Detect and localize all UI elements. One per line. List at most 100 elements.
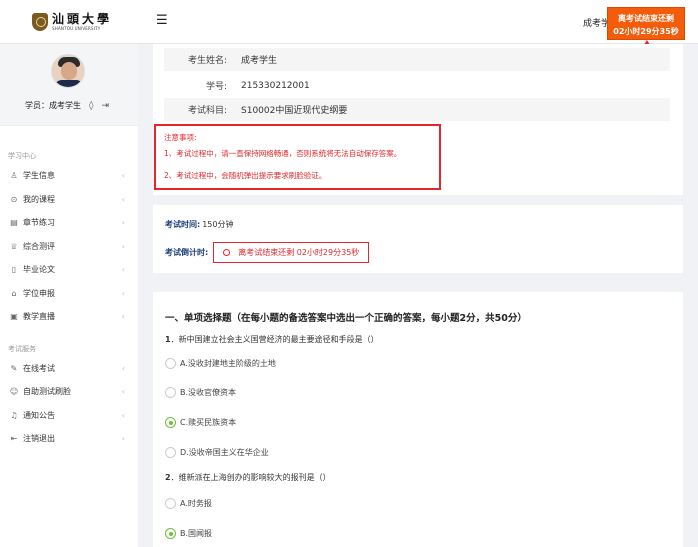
name-value: 成考学生 (241, 56, 278, 66)
notice-line-1: 1、考试过程中，请一直保持网络畅通，否则系统将无法自动保存答案。 (164, 149, 402, 158)
question-1-text: 1．新中国建立社会主义国营经济的最主要途径和手段是（） (165, 335, 379, 344)
id-value: 215330212001 (241, 80, 310, 91)
option-label: A.没收封建地主阶级的土地 (180, 359, 276, 368)
radio-button-selected[interactable] (165, 417, 176, 428)
chevron-left-icon: ‹ (121, 387, 125, 397)
sidebar-item-logout[interactable]: ⇤ 注销退出 ‹ (0, 427, 138, 451)
sidebar-item-thesis[interactable]: ▯ 毕业论文 ‹ (0, 258, 138, 282)
sidebar-item-degree[interactable]: ⌂ 学位申报 ‹ (0, 282, 138, 306)
sidebar-item-assessment[interactable]: ♕ 综合测评 ‹ (0, 235, 138, 259)
document-icon: ▯ (11, 265, 17, 275)
user-icon: ♙ (10, 171, 18, 181)
q2-option-b[interactable]: B.国闻报 (165, 528, 212, 539)
sidebar-item-chapter-practice[interactable]: ▤ 章节练习 ‹ (0, 211, 138, 235)
top-bar: 汕頭大學 SHANTOU UNIVERSITY ☰ 成考学 (0, 0, 698, 44)
bell-icon: ♫ (10, 410, 18, 420)
radio-button[interactable] (165, 358, 176, 369)
question-1-stem: 新中国建立社会主义国营经济的最主要途径和手段是（） (178, 335, 379, 344)
question-2-text: 2．维新派在上海创办的影响较大的报刊是（） (165, 473, 331, 482)
option-label: A.时务报 (180, 499, 212, 508)
live-icon: ▣ (10, 312, 18, 322)
logo-chinese-text: 汕頭大學 (52, 12, 113, 26)
q1-option-b[interactable]: B.没收官僚资本 (165, 387, 236, 398)
radio-button[interactable] (165, 498, 176, 509)
radio-button[interactable] (165, 387, 176, 398)
degree-icon: ⌂ (11, 288, 17, 298)
sidebar-item-label: 通知公告 (23, 410, 55, 420)
droplet-icon[interactable]: ◊ (89, 101, 93, 111)
exam-time-label: 考试时间: (165, 220, 201, 229)
floating-countdown-line1: 离考试结束还剩 (618, 14, 674, 23)
chevron-left-icon: ‹ (121, 363, 125, 373)
q1-option-d[interactable]: D.没收帝国主义在华企业 (165, 447, 269, 458)
chevron-left-icon: ‹ (121, 312, 125, 322)
chevron-left-icon: ‹ (121, 218, 125, 228)
logout-icon[interactable]: ⇥ (101, 101, 109, 111)
sidebar-item-label: 毕业论文 (23, 265, 55, 275)
exam-info-card: 考生姓名: 成考学生 学号: 215330212001 考试科目: S10002… (153, 44, 683, 195)
sidebar-item-face-test[interactable]: ☺ 自助测试刷脸 ‹ (0, 380, 138, 404)
sidebar-item-label: 学生信息 (23, 171, 55, 181)
option-label: D.没收帝国主义在华企业 (180, 448, 269, 457)
emblem-icon (32, 13, 48, 31)
student-label: 学员：成考学生 (25, 101, 81, 110)
sidebar: 学员：成考学生 ◊ ⇥ 学习中心 ♙ 学生信息 ‹ ⊙ 我的课程 ‹ ▤ 章节练… (0, 44, 138, 547)
subject-value: S10002中国近现代史纲要 (241, 106, 348, 116)
chevron-left-icon: ‹ (121, 410, 125, 420)
logo-english-text: SHANTOU UNIVERSITY (52, 26, 101, 31)
notice-box: 注意事项: 1、考试过程中，请一直保持网络畅通，否则系统将无法自动保存答案。 2… (154, 124, 441, 190)
sidebar-item-label: 教学直播 (23, 312, 55, 322)
option-label: B.没收官僚资本 (180, 388, 237, 397)
radio-button-selected[interactable] (165, 528, 176, 539)
q1-option-a[interactable]: A.没收封建地主阶级的土地 (165, 358, 276, 369)
logout-icon: ⇤ (10, 434, 18, 444)
question-2-stem: 维新派在上海创办的影响较大的报刊是（） (178, 473, 331, 482)
exam-icon: ✎ (10, 363, 18, 373)
info-row-name: 考生姓名: 成考学生 (164, 48, 670, 71)
name-label: 考生姓名: (187, 56, 227, 66)
clock-icon (223, 249, 231, 256)
chevron-left-icon: ‹ (121, 288, 125, 298)
question-2-number: 2 (165, 473, 171, 482)
q1-option-c[interactable]: C.赎买民族资本 (165, 417, 236, 428)
chevron-left-icon: ‹ (121, 194, 125, 204)
notice-line-2: 2、考试过程中，会随机弹出提示要求刷脸验证。 (164, 171, 327, 180)
sidebar-item-online-exam[interactable]: ✎ 在线考试 ‹ (0, 357, 138, 381)
sidebar-item-label: 自助测试刷脸 (23, 387, 71, 397)
top-user-name[interactable]: 成考学 (583, 16, 610, 29)
sidebar-item-notices[interactable]: ♫ 通知公告 ‹ (0, 404, 138, 428)
floating-countdown-line2: 02小时29分35秒 (613, 27, 679, 36)
subject-label: 考试科目: (187, 106, 227, 116)
question-1-number: 1 (165, 335, 171, 344)
option-label: C.赎买民族资本 (180, 418, 237, 427)
university-logo[interactable]: 汕頭大學 SHANTOU UNIVERSITY (0, 0, 138, 44)
option-label: B.国闻报 (180, 529, 213, 538)
countdown-button[interactable]: 离考试结束还剩 02小时29分35秒 (213, 242, 370, 263)
info-row-id: 学号: 215330212001 (164, 74, 670, 97)
notice-title: 注意事项: (164, 133, 197, 142)
sidebar-item-my-courses[interactable]: ⊙ 我的课程 ‹ (0, 188, 138, 212)
sidebar-item-student-info[interactable]: ♙ 学生信息 ‹ (0, 164, 138, 188)
floating-countdown-badge: 离考试结束还剩 02小时29分35秒 (607, 7, 685, 40)
info-row-subject: 考试科目: S10002中国近现代史纲要 (164, 98, 670, 121)
user-card: 学员：成考学生 ◊ ⇥ (0, 44, 138, 126)
sidebar-item-label: 注销退出 (23, 434, 55, 444)
chevron-left-icon: ‹ (121, 241, 125, 251)
radio-button[interactable] (165, 447, 176, 458)
study-center-heading: 学习中心 (8, 152, 36, 160)
sidebar-item-label: 章节练习 (23, 218, 55, 228)
chevron-left-icon: ‹ (121, 434, 125, 444)
section-title: 一、单项选择题（在每小题的备选答案中选出一个正确的答案，每小题2分，共50分） (165, 313, 527, 324)
question-card: 一、单项选择题（在每小题的备选答案中选出一个正确的答案，每小题2分，共50分） … (153, 292, 683, 547)
course-icon: ⊙ (10, 194, 18, 204)
exam-service-heading: 考试服务 (8, 344, 36, 353)
face-icon: ☺ (9, 387, 19, 397)
book-icon: ▤ (10, 218, 18, 228)
q2-option-a[interactable]: A.时务报 (165, 498, 212, 509)
chevron-left-icon: ‹ (121, 265, 125, 275)
sidebar-item-live[interactable]: ▣ 教学直播 ‹ (0, 305, 138, 329)
avatar (51, 54, 85, 88)
sidebar-item-label: 我的课程 (23, 194, 55, 204)
hamburger-icon[interactable]: ☰ (156, 13, 168, 28)
id-label: 学号: (205, 82, 227, 92)
